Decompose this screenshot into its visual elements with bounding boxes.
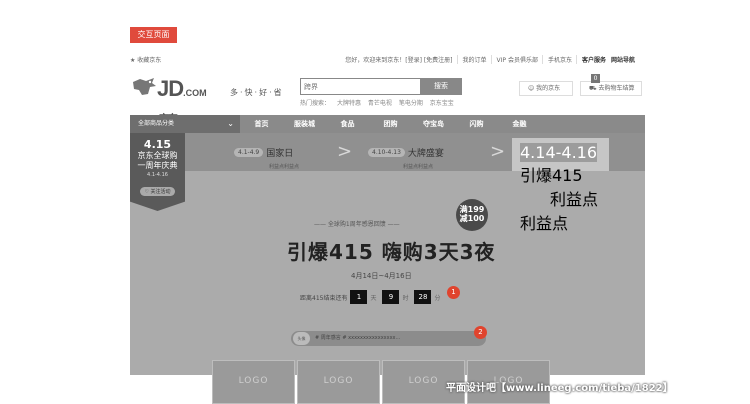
- countdown-hours: 9: [382, 290, 400, 304]
- all-categories-button[interactable]: 全部商品分类 ⌄: [130, 115, 240, 133]
- nav-item-treasure[interactable]: 夺宝岛: [412, 115, 455, 133]
- chevron-down-icon: ⌄: [227, 119, 234, 128]
- nav-item-groupbuy[interactable]: 团购: [369, 115, 412, 133]
- countdown-timer: 距离415结束还有 1 天 9 时 28 分: [300, 290, 444, 304]
- countdown-minutes: 28: [414, 290, 432, 304]
- cart-button[interactable]: ⛟ 去购物车结算: [580, 81, 642, 96]
- nav-item-clothing[interactable]: 服装城: [283, 115, 326, 133]
- hot-words-label: 热门搜索：: [300, 100, 331, 107]
- favorite-link[interactable]: ★ 收藏京东: [130, 55, 161, 64]
- follow-button[interactable]: ♡ 关注活动: [140, 187, 175, 196]
- jd-dog-icon: [133, 78, 156, 95]
- main-nav: 全部商品分类 ⌄ 首页 服装城 食品 团购 夺宝岛 闪购 金融: [130, 115, 645, 133]
- user-icon: ☺: [528, 85, 537, 92]
- countdown-label: 距离415结束还有: [300, 294, 348, 302]
- vip-club-link[interactable]: VIP 会员俱乐部: [497, 55, 543, 64]
- avatar: 头像: [293, 332, 310, 345]
- hot-word[interactable]: 青芒电视: [368, 100, 392, 107]
- my-jd-button[interactable]: ☺ 我的京东: [519, 81, 573, 96]
- cart-count-badge: 0: [591, 74, 600, 83]
- site-nav-link[interactable]: 网站导航: [611, 55, 635, 64]
- brand-logo-1[interactable]: LOGO: [212, 360, 295, 404]
- search-box: 跨界 搜索: [300, 78, 462, 95]
- comment-input[interactable]: 头像 # 周年感言 # xxxxxxxxxxxxxxxx...: [291, 331, 486, 346]
- chevron-right-icon: >: [337, 141, 353, 162]
- interaction-page-tag[interactable]: 交互页面: [130, 27, 177, 43]
- nav-item-food[interactable]: 食品: [326, 115, 369, 133]
- mobile-jd-link[interactable]: 手机京东: [548, 55, 577, 64]
- anniversary-ribbon: 4.15 京东全球购 一周年庆典 4.1-4.16 ♡ 关注活动: [130, 133, 185, 211]
- hot-word[interactable]: 京东宝宝: [430, 100, 454, 107]
- ribbon-date-number: 4.15: [143, 138, 172, 151]
- annotation-marker-2: 2: [474, 326, 487, 339]
- nav-items: 首页 服装城 食品 团购 夺宝岛 闪购 金融: [240, 115, 541, 133]
- ribbon-title-1: 京东全球购: [137, 151, 178, 160]
- hot-words: 热门搜索： 大牌特惠 青芒电视 笔电分期 京东宝宝: [300, 98, 459, 107]
- stage-tab-1[interactable]: 4.1-4.9 国家日 利益点利益点: [234, 142, 299, 170]
- event-date-range: 4月14日~4月16日: [351, 272, 412, 280]
- search-input[interactable]: 跨界: [304, 82, 318, 92]
- countdown-days: 1: [350, 290, 368, 304]
- page: 交互页面 ★ 收藏京东 您好，欢迎来到京东！[登录] [免费注册] 我的订单 V…: [0, 0, 750, 404]
- promo-discount-badge: 满199 减100: [456, 199, 488, 231]
- nav-item-home[interactable]: 首页: [240, 115, 283, 133]
- chevron-right-icon: >: [490, 141, 506, 162]
- logo-slogan: 多·快·好·省: [230, 88, 284, 97]
- hot-word[interactable]: 笔电分期: [399, 100, 423, 107]
- welcome-login-link[interactable]: 您好，欢迎来到京东！[登录] [免费注册]: [345, 55, 458, 64]
- sub-headline: —— 全球购1周年感恩回馈 ——: [314, 221, 400, 228]
- hot-word[interactable]: 大牌特惠: [337, 100, 361, 107]
- annotation-marker-1: 1: [447, 286, 460, 299]
- ribbon-date-range: 4.1-4.16: [147, 172, 168, 178]
- watermark: 平面设计吧【www.lineeg.com/tieba/1822】: [446, 383, 673, 394]
- top-bar: ★ 收藏京东 您好，欢迎来到京东！[登录] [免费注册] 我的订单 VIP 会员…: [130, 51, 645, 67]
- brand-logo-2[interactable]: LOGO: [297, 360, 380, 404]
- customer-service-link[interactable]: 客户服务: [582, 55, 606, 64]
- nav-item-flash[interactable]: 闪购: [455, 115, 498, 133]
- top-links: 您好，欢迎来到京东！[登录] [免费注册] 我的订单 VIP 会员俱乐部 手机京…: [345, 55, 635, 64]
- stage-tab-2[interactable]: 4.10-4.13 大牌盛宴 利益点利益点: [368, 142, 444, 170]
- ribbon-title-2: 一周年庆典: [137, 161, 178, 170]
- search-button[interactable]: 搜索: [420, 78, 462, 95]
- nav-item-finance[interactable]: 金融: [498, 115, 541, 133]
- stage-tab-3-active[interactable]: 4.14-4.16引爆415 利益点利益点: [512, 138, 609, 233]
- main-headline: 引爆415 嗨购3天3夜: [287, 240, 496, 264]
- stage-tabs: 4.1-4.9 国家日 利益点利益点 > 4.10-4.13 大牌盛宴 利益点利益点…: [130, 133, 645, 233]
- comment-text: # 周年感言 # xxxxxxxxxxxxxxxx...: [315, 335, 401, 341]
- my-orders-link[interactable]: 我的订单: [463, 55, 492, 64]
